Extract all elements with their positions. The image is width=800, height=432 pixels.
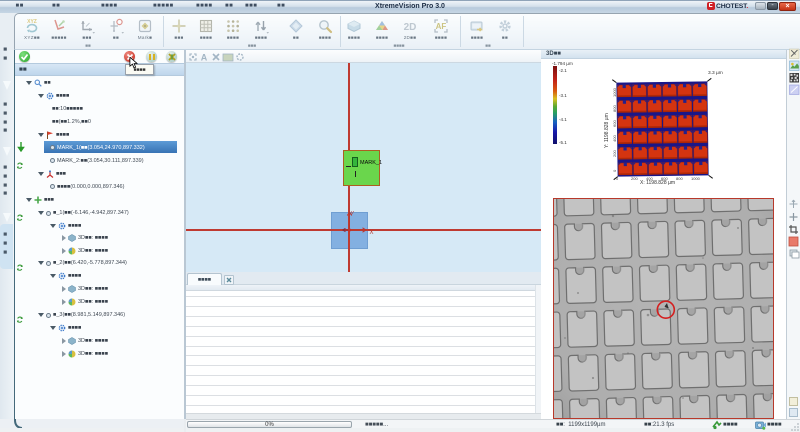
svg-text:X: X <box>370 230 374 236</box>
svg-text:A: A <box>201 52 208 62</box>
svg-text:AF: AF <box>436 22 447 31</box>
svg-text:2D: 2D <box>404 22 417 33</box>
svg-text:y: y <box>350 210 355 216</box>
